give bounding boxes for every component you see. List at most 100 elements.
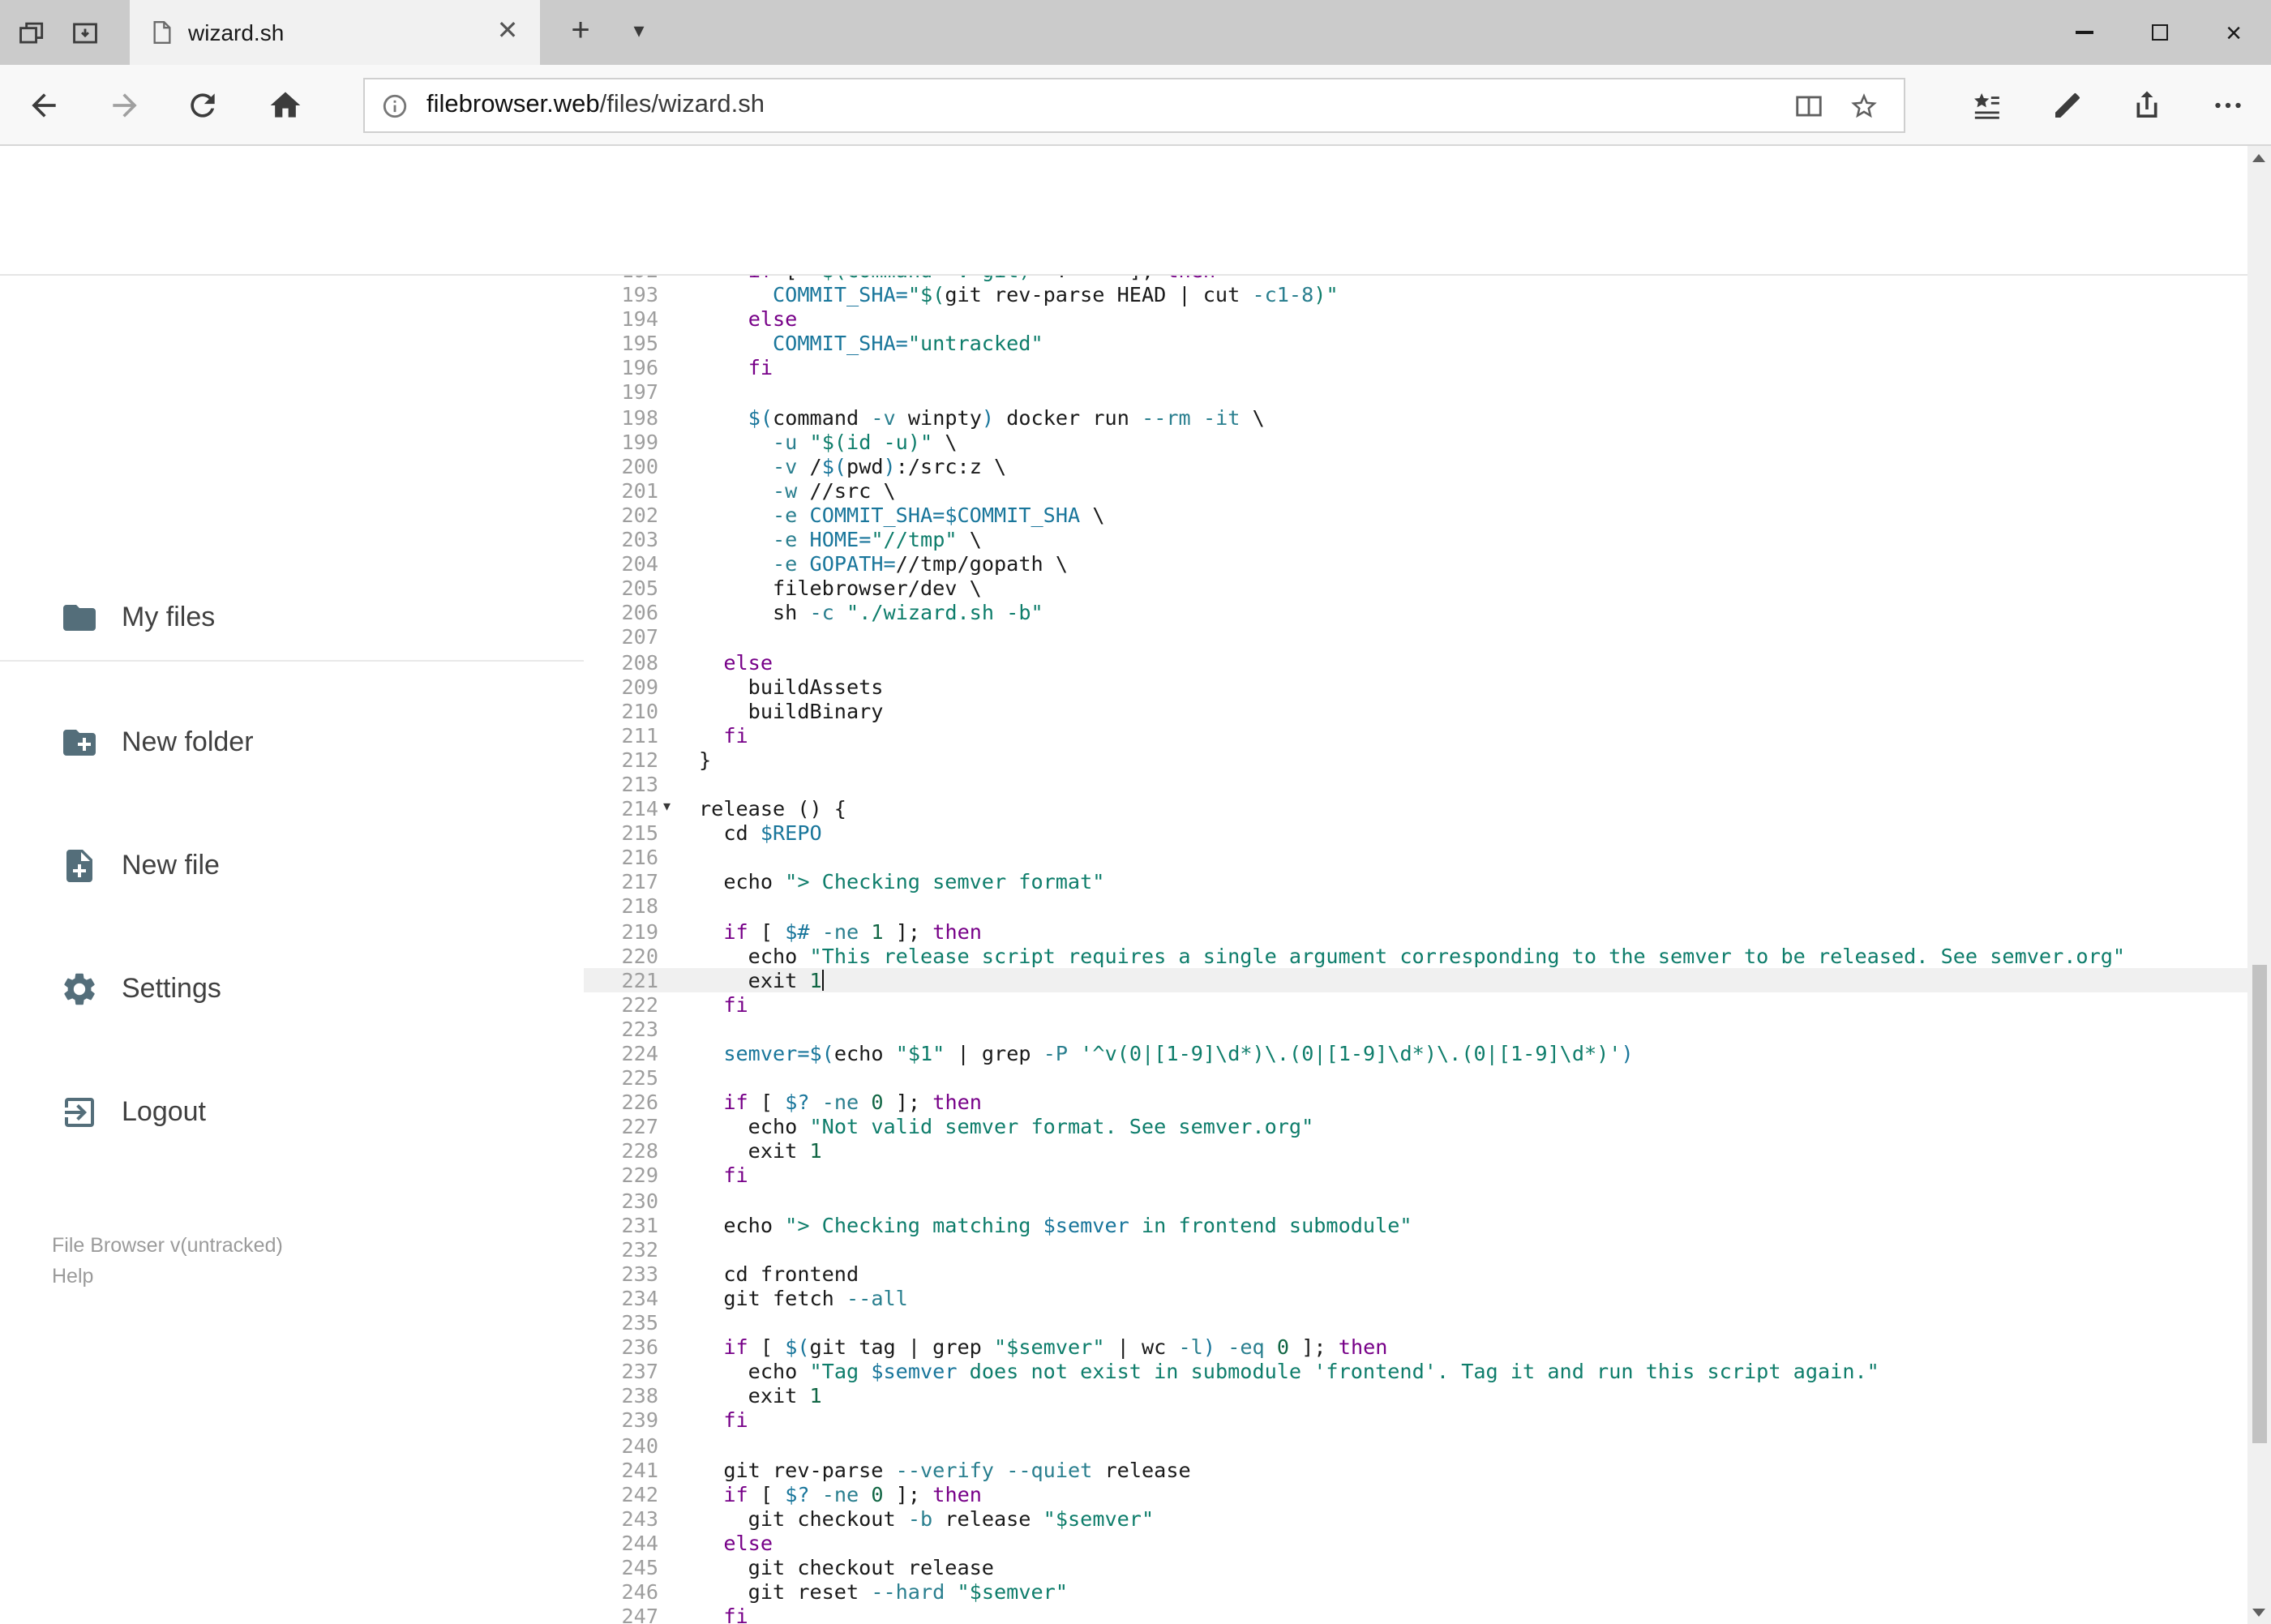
browser-tab-bar: wizard.sh ✕ + ▾ × [0, 0, 2271, 65]
code-line[interactable]: 236 if [ $(git tag | grep "$semver" | wc… [584, 1335, 2247, 1359]
ink-pen-icon[interactable] [2051, 89, 2084, 122]
code-line[interactable]: 193 COMMIT_SHA="$(git rev-parse HEAD | c… [584, 282, 2247, 306]
scroll-down-arrow-icon[interactable] [2247, 1600, 2271, 1624]
back-icon[interactable] [26, 88, 62, 123]
line-number: 192 [584, 276, 659, 282]
page-scrollbar[interactable] [2247, 146, 2271, 1624]
code-line[interactable]: 241 git rev-parse --verify --quiet relea… [584, 1457, 2247, 1481]
code-line[interactable]: 238 exit 1 [584, 1384, 2247, 1408]
code-line[interactable]: 200 -v /$(pwd):/src:z \ [584, 454, 2247, 478]
code-line[interactable]: 237 echo "Tag $semver does not exist in … [584, 1359, 2247, 1383]
help-link[interactable]: Help [52, 1262, 283, 1292]
code-line[interactable]: 235 [584, 1310, 2247, 1335]
sidebar-item-label: Settings [122, 973, 221, 1004]
tab-close-icon[interactable]: ✕ [488, 0, 527, 65]
tab-dropdown-icon[interactable]: ▾ [615, 0, 663, 65]
code-line[interactable]: 203 -e HOME="//tmp" \ [584, 527, 2247, 551]
code-line[interactable]: 219 if [ $# -ne 1 ]; then [584, 919, 2247, 943]
code-line[interactable]: 245 git checkout release [584, 1555, 2247, 1579]
code-line[interactable]: 194 else [584, 306, 2247, 331]
new-tab-button[interactable]: + [553, 0, 608, 65]
favorite-star-icon[interactable] [1849, 90, 1879, 121]
fold-arrow-icon[interactable]: ▾ [663, 798, 671, 819]
tabs-preview-icon[interactable] [16, 17, 47, 48]
home-icon[interactable] [268, 88, 303, 123]
sidebar-item-new-file[interactable]: New file [0, 827, 584, 905]
code-line[interactable]: 201 -w //src \ [584, 478, 2247, 503]
line-number: 198 [621, 405, 659, 430]
scroll-up-arrow-icon[interactable] [2247, 146, 2271, 170]
site-info-icon[interactable] [381, 92, 409, 119]
code-line[interactable]: 246 git reset --hard "$semver" [584, 1579, 2247, 1604]
code-line[interactable]: 212} [584, 748, 2247, 772]
code-line[interactable]: 196 fi [584, 356, 2247, 380]
code-line[interactable]: 195 COMMIT_SHA="untracked" [584, 332, 2247, 356]
code-line[interactable]: 211 fi [584, 723, 2247, 748]
code-line[interactable]: 209 buildAssets [584, 674, 2247, 698]
sidebar-item-logout[interactable]: Logout [0, 1073, 584, 1151]
line-number: 243 [621, 1506, 659, 1531]
code-line[interactable]: 213 [584, 772, 2247, 796]
code-line[interactable]: 223 [584, 1017, 2247, 1041]
line-number: 239 [621, 1408, 659, 1433]
code-line[interactable]: 217 echo "> Checking semver format" [584, 870, 2247, 894]
code-line[interactable]: 222 fi [584, 992, 2247, 1017]
reading-view-icon[interactable] [1793, 90, 1824, 121]
scrollbar-thumb[interactable] [2252, 965, 2267, 1443]
code-line[interactable]: 206 sh -c "./wizard.sh -b" [584, 601, 2247, 625]
window-close-button[interactable]: × [2196, 0, 2271, 65]
share-icon[interactable] [2131, 89, 2163, 122]
code-line[interactable]: 218 [584, 894, 2247, 919]
code-editor[interactable]: 192 if [ "$(command -v git)" != "" ]; th… [584, 276, 2247, 1624]
code-line-text: cd frontend [699, 1261, 859, 1286]
code-line[interactable]: 247 fi [584, 1604, 2247, 1624]
browser-tab[interactable]: wizard.sh ✕ [130, 0, 540, 65]
code-line[interactable]: 225 [584, 1065, 2247, 1090]
sidebar-item-my-files[interactable]: My files [0, 579, 584, 657]
window-minimize-button[interactable] [2047, 0, 2122, 65]
code-line[interactable]: 228 exit 1 [584, 1139, 2247, 1163]
code-line[interactable]: 243 git checkout -b release "$semver" [584, 1506, 2247, 1531]
code-line[interactable]: 226 if [ $? -ne 0 ]; then [584, 1090, 2247, 1114]
code-line[interactable]: 242 if [ $? -ne 0 ]; then [584, 1481, 2247, 1506]
code-line[interactable]: 205 filebrowser/dev \ [584, 576, 2247, 600]
code-line[interactable]: 204 -e GOPATH=//tmp/gopath \ [584, 551, 2247, 576]
code-line[interactable]: 214 ▾ release () { [584, 796, 2247, 821]
code-line[interactable]: 210 buildBinary [584, 698, 2247, 722]
code-line[interactable]: 232 [584, 1237, 2247, 1262]
code-line[interactable]: 192 if [ "$(command -v git)" != "" ]; th… [584, 276, 2247, 282]
code-line[interactable]: 220 echo "This release script requires a… [584, 943, 2247, 967]
code-line[interactable]: 197 [584, 380, 2247, 405]
more-ellipsis-icon[interactable] [2212, 89, 2244, 122]
code-line[interactable]: 239 fi [584, 1408, 2247, 1433]
code-line[interactable]: 231 echo "> Checking matching $semver in… [584, 1212, 2247, 1236]
code-line[interactable]: 229 fi [584, 1163, 2247, 1188]
code-line[interactable]: 224 semver=$(echo "$1" | grep -P '^v(0|[… [584, 1041, 2247, 1065]
forward-icon[interactable] [107, 88, 143, 123]
code-line[interactable]: 234 git fetch --all [584, 1286, 2247, 1310]
code-line[interactable]: 208 else [584, 649, 2247, 674]
code-line[interactable]: 240 [584, 1433, 2247, 1457]
code-line[interactable]: 227 echo "Not valid semver format. See s… [584, 1115, 2247, 1139]
code-line[interactable]: 216 [584, 846, 2247, 870]
app-header [0, 146, 2247, 404]
set-tabs-aside-icon[interactable] [70, 17, 101, 48]
sidebar-item-new-folder[interactable]: New folder [0, 704, 584, 782]
line-number: 216 [621, 845, 659, 870]
code-line[interactable]: 215 cd $REPO [584, 821, 2247, 845]
code-line[interactable]: 221 exit 1 [584, 967, 2247, 992]
line-number: 193 [621, 282, 659, 307]
code-line[interactable]: 202 -e COMMIT_SHA=$COMMIT_SHA \ [584, 503, 2247, 527]
code-line[interactable]: 230 [584, 1188, 2247, 1212]
refresh-icon[interactable] [185, 88, 221, 123]
sidebar-item-settings[interactable]: Settings [0, 950, 584, 1028]
code-line[interactable]: 207 [584, 625, 2247, 649]
code-line[interactable]: 233 cd frontend [584, 1262, 2247, 1286]
code-line[interactable]: 199 -u "$(id -u)" \ [584, 429, 2247, 453]
hub-favorites-icon[interactable] [1970, 89, 2003, 122]
url-bar[interactable]: filebrowser.web/files/wizard.sh [363, 78, 1905, 133]
window-maximize-button[interactable] [2122, 0, 2196, 65]
code-line[interactable]: 198 $(command -v winpty) docker run --rm… [584, 405, 2247, 429]
sidebar-divider [0, 660, 584, 662]
code-line[interactable]: 244 else [584, 1531, 2247, 1555]
